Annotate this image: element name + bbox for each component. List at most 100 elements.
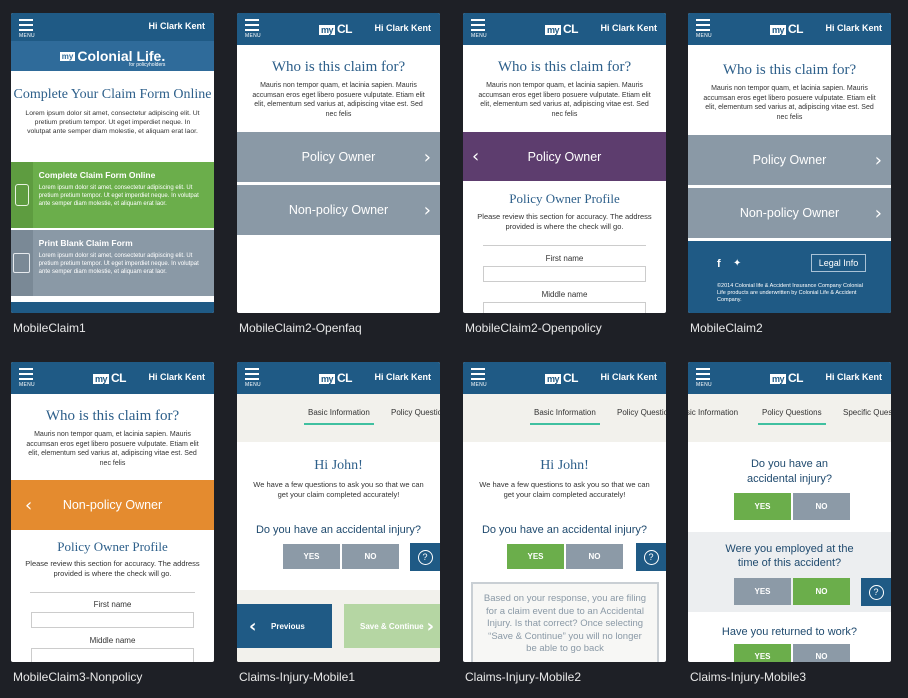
menu-button[interactable]: MENU	[19, 19, 35, 39]
thumbnail[interactable]: MENU Hi Clark Kent my Colonial Life. for…	[11, 13, 214, 313]
policy-owner-selected[interactable]: ‹ Policy Owner	[463, 132, 666, 181]
card-mobileclaim2-openfaq[interactable]: MENU my CL Hi Clark Kent Who is this clai…	[237, 13, 440, 335]
tab-policy-questions[interactable]: Policy Questio	[391, 408, 440, 417]
yes-button[interactable]: YES	[283, 544, 340, 569]
question-accident: Do you have an accidental injury?	[255, 524, 422, 536]
option-title: Complete Claim Form Online	[38, 170, 156, 180]
page-title: Who is this claim for?	[722, 62, 857, 78]
twitter-icon[interactable]: ✦	[733, 258, 741, 269]
caption: MobileClaim2-Openpolicy	[465, 321, 602, 335]
thumbnail[interactable]: MENU my CL Hi Clark Kent Who is this clai…	[688, 13, 891, 313]
first-name-field[interactable]	[31, 612, 194, 628]
question-accident-line1: Do you have an	[750, 458, 829, 470]
chevron-left-icon[interactable]: ‹	[25, 495, 32, 516]
menu-button[interactable]: MENU	[471, 19, 487, 39]
top-bar: MENU my CL Hi Clark Kent	[463, 13, 666, 45]
logo: my CL	[319, 371, 353, 385]
intro-text: Mauris non tempor quam, et lacinia sapie…	[252, 82, 425, 118]
divider	[483, 245, 646, 246]
print-blank-option[interactable]: Print Blank Claim Form Lorem ipsum dolor…	[11, 230, 214, 296]
caption: Claims-Injury-Mobile1	[239, 670, 356, 684]
chevron-right-icon: ›	[423, 199, 431, 221]
thumbnail[interactable]: MENU my CL Hi Clark Kent Who is this clai…	[11, 362, 214, 662]
policy-owner-option[interactable]: Policy Owner ›	[688, 135, 891, 185]
option-text: Lorem ipsum dolor sit amet, consectetur …	[38, 253, 199, 275]
policy-owner-option[interactable]: Policy Owner ›	[237, 132, 440, 182]
page-title: Who is this claim for?	[497, 59, 632, 75]
card-mobileclaim2-openpolicy[interactable]: MENU my CL Hi Clark Kent Who is this clai…	[463, 13, 666, 335]
logo-tagline: for policyholders	[129, 62, 166, 68]
caption: MobileClaim2	[690, 321, 763, 335]
card-mobileclaim2[interactable]: MENU my CL Hi Clark Kent Who is this clai…	[688, 13, 891, 335]
no-button[interactable]: NO	[566, 544, 623, 569]
middle-name-field[interactable]	[483, 302, 646, 313]
save-continue-button[interactable]: Save & Continue ›	[344, 604, 440, 648]
card-claims-injury-mobile1[interactable]: MENU my CL Hi Clark Kent Basic Informatio…	[237, 362, 440, 684]
menu-button[interactable]: MENU	[696, 368, 712, 388]
middle-name-field[interactable]	[31, 648, 194, 662]
tab-basic-information[interactable]: Basic Information	[304, 408, 374, 425]
thumbnail[interactable]: MENU my CL Hi Clark Kent sic Information …	[688, 362, 891, 662]
caption: MobileClaim1	[13, 321, 86, 335]
no-button[interactable]: NO	[342, 544, 399, 569]
yes-no-group: YES NO	[734, 578, 850, 605]
thumbnail[interactable]: MENU my CL Hi Clark Kent Who is this clai…	[237, 13, 440, 313]
no-button[interactable]: NO	[793, 493, 850, 520]
document-icon	[11, 230, 33, 296]
complete-online-option[interactable]: Complete Claim Form Online Lorem ipsum d…	[11, 162, 214, 228]
help-button[interactable]: ?	[861, 578, 891, 606]
logo-my: my	[59, 51, 76, 61]
top-bar: MENU my CL Hi Clark Kent	[463, 362, 666, 394]
yes-no-group: YES NO	[734, 644, 850, 662]
brand-banner: my Colonial Life. for policyholders	[11, 41, 214, 71]
thumbnail[interactable]: MENU my CL Hi Clark Kent Who is this clai…	[463, 13, 666, 313]
yes-button[interactable]: YES	[507, 544, 564, 569]
greeting: Hi Clark Kent	[825, 23, 882, 33]
profile-title: Policy Owner Profile	[57, 539, 168, 554]
profile-note: Please review this section for accuracy.…	[25, 559, 200, 578]
non-policy-owner-selected[interactable]: ‹ Non-policy Owner	[11, 480, 214, 530]
page-title: Complete Your Claim Form Online	[13, 87, 212, 102]
card-mobileclaim3-nonpolicy[interactable]: MENU my CL Hi Clark Kent Who is this clai…	[11, 362, 214, 684]
top-bar: MENU my CL Hi Clark Kent	[237, 362, 440, 394]
chevron-left-icon[interactable]: ‹	[472, 146, 479, 167]
tab-basic-information[interactable]: sic Information	[688, 408, 738, 417]
design-gallery: MENU Hi Clark Kent my Colonial Life. for…	[0, 0, 908, 698]
tab-basic-information[interactable]: Basic Information	[530, 408, 600, 425]
menu-button[interactable]: MENU	[19, 368, 35, 388]
legal-info-button[interactable]: Legal Info	[811, 254, 866, 272]
caption: MobileClaim3-Nonpolicy	[13, 670, 143, 684]
first-name-label: First name	[545, 254, 584, 263]
first-name-field[interactable]	[483, 266, 646, 282]
greeting: Hi Clark Kent	[374, 372, 431, 382]
thumbnail[interactable]: MENU my CL Hi Clark Kent Basic Informatio…	[237, 362, 440, 662]
non-policy-owner-option[interactable]: Non-policy Owner ›	[237, 185, 440, 235]
menu-button[interactable]: MENU	[245, 368, 261, 388]
page-title: Who is this claim for?	[45, 408, 180, 424]
thumbnail[interactable]: MENU my CL Hi Clark Kent Basic Informatio…	[463, 362, 666, 662]
menu-button[interactable]: MENU	[471, 368, 487, 388]
yes-button[interactable]: YES	[734, 493, 791, 520]
question-accident-line2: accidental injury?	[747, 473, 832, 485]
yes-button[interactable]: YES	[734, 578, 791, 605]
menu-button[interactable]: MENU	[245, 19, 261, 39]
help-button[interactable]: ?	[636, 543, 666, 571]
tab-policy-questions[interactable]: Policy Questio	[617, 408, 666, 417]
card-mobileclaim1[interactable]: MENU Hi Clark Kent my Colonial Life. for…	[11, 13, 214, 335]
card-claims-injury-mobile2[interactable]: MENU my CL Hi Clark Kent Basic Informatio…	[463, 362, 666, 684]
tab-policy-questions[interactable]: Policy Questions	[758, 408, 826, 425]
yes-button[interactable]: YES	[734, 644, 791, 662]
non-policy-owner-option[interactable]: Non-policy Owner ›	[688, 188, 891, 238]
no-button[interactable]: NO	[793, 578, 850, 605]
chevron-left-icon: ‹	[249, 615, 257, 637]
card-claims-injury-mobile3[interactable]: MENU my CL Hi Clark Kent sic Information …	[688, 362, 891, 684]
greeting-heading: Hi John!	[314, 458, 363, 473]
menu-button[interactable]: MENU	[696, 19, 712, 39]
facebook-icon[interactable]: f	[717, 258, 721, 270]
caption: Claims-Injury-Mobile2	[465, 670, 582, 684]
option-label: Policy Owner	[301, 150, 376, 164]
tab-specific-questions[interactable]: Specific Ques	[843, 408, 891, 417]
no-button[interactable]: NO	[793, 644, 850, 662]
previous-button[interactable]: ‹ Previous	[237, 604, 332, 648]
help-button[interactable]: ?	[410, 543, 440, 571]
